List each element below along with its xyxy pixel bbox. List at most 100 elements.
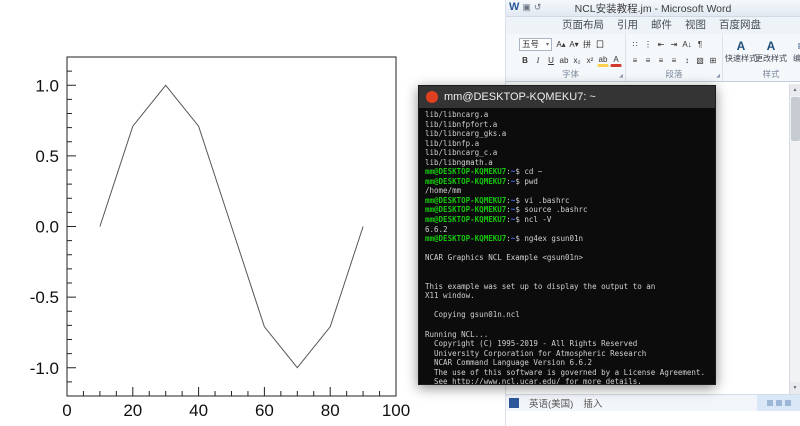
- terminal-line: mm@DESKTOP-KQMEKU7:~$ vi .bashrc: [425, 196, 709, 206]
- terminal-window: mm@DESKTOP-KQMEKU7: ~ lib/libncarg.alib/…: [418, 85, 716, 385]
- svg-text:60: 60: [255, 401, 274, 420]
- superscript-button[interactable]: x²: [584, 54, 596, 67]
- editing-button[interactable]: ≡编辑: [786, 36, 800, 68]
- terminal-line: /home/mm: [425, 186, 709, 196]
- svg-text:20: 20: [123, 401, 142, 420]
- undo-icon[interactable]: ↺: [534, 2, 542, 13]
- styles-group: A快速样式A更改样式≡编辑 样式 ◢: [723, 34, 800, 81]
- italic-button[interactable]: I: [532, 54, 544, 67]
- svg-text:1.0: 1.0: [35, 76, 59, 95]
- decrease-indent-button[interactable]: ⇤: [655, 38, 667, 51]
- font-size-combo[interactable]: 五号 ▾: [519, 38, 552, 51]
- svg-text:0.5: 0.5: [35, 147, 59, 166]
- ribbon-tab-3[interactable]: 视图: [679, 17, 712, 34]
- wsl-terminal-icon: [426, 91, 438, 103]
- ribbon-tab-bar: 页面布局引用邮件视图百度网盘: [506, 17, 800, 34]
- bullets-button[interactable]: ∷: [629, 38, 641, 51]
- increase-indent-button[interactable]: ⇥: [668, 38, 680, 51]
- terminal-line: Copyright (C) 1995-2019 - All Rights Res…: [425, 339, 709, 349]
- group-label-styles: 样式: [726, 68, 800, 81]
- change-styles-button[interactable]: A更改样式: [756, 36, 786, 68]
- svg-text:100: 100: [382, 401, 410, 420]
- terminal-line: mm@DESKTOP-KQMEKU7:~$ ng4ex gsun01n: [425, 234, 709, 244]
- character-border-button[interactable]: 囗: [594, 38, 606, 51]
- change-styles-label: 更改样式: [755, 53, 787, 64]
- status-language[interactable]: 英语(美国): [529, 396, 573, 410]
- terminal-line: lib/libncarg.a: [425, 110, 709, 120]
- terminal-line: mm@DESKTOP-KQMEKU7:~$ pwd: [425, 177, 709, 187]
- dropdown-caret-icon: ▾: [546, 41, 549, 48]
- underline-button[interactable]: U: [545, 54, 557, 67]
- subscript-button[interactable]: x₂: [571, 54, 583, 67]
- editing-label: 编辑: [793, 53, 800, 64]
- scroll-up-arrow-icon[interactable]: ▲: [790, 84, 800, 96]
- phonetic-guide-button[interactable]: 拼: [581, 38, 593, 51]
- terminal-line: mm@DESKTOP-KQMEKU7:~$ cd ~: [425, 167, 709, 177]
- svg-text:-0.5: -0.5: [30, 288, 59, 307]
- view-mode-icon[interactable]: [767, 400, 773, 406]
- save-icon[interactable]: ▣: [522, 2, 531, 13]
- view-mode-icon[interactable]: [776, 400, 782, 406]
- align-center-button[interactable]: ≡: [642, 54, 654, 67]
- scroll-thumb[interactable]: [791, 97, 800, 141]
- text-highlight-color-button[interactable]: ab: [597, 54, 609, 67]
- terminal-line: lib/libngmath.a: [425, 158, 709, 168]
- show-formatting-marks-button[interactable]: ¶: [694, 38, 706, 51]
- word-status-icon: [509, 398, 519, 408]
- ncl-plot-window: 0204060801001.00.50.0-0.5-1.0: [0, 0, 420, 426]
- svg-text:80: 80: [321, 401, 340, 420]
- ribbon-tab-1[interactable]: 引用: [611, 17, 644, 34]
- borders-button[interactable]: ⊞: [707, 54, 719, 67]
- terminal-line: lib/libnfpfort.a: [425, 120, 709, 130]
- ribbon-tab-4[interactable]: 百度网盘: [713, 17, 767, 34]
- group-label-font: 字体: [519, 68, 622, 81]
- terminal-line: [425, 244, 709, 254]
- align-right-button[interactable]: ≡: [655, 54, 667, 67]
- quick-styles-button[interactable]: A快速样式: [726, 36, 756, 68]
- ribbon-tab-2[interactable]: 邮件: [645, 17, 678, 34]
- change-styles-icon: A: [767, 40, 776, 53]
- shrink-font-button[interactable]: A▾: [568, 38, 580, 51]
- terminal-line: [425, 263, 709, 273]
- sort-button[interactable]: A↓: [681, 38, 693, 51]
- terminal-line: 6.6.2: [425, 225, 709, 235]
- numbering-button[interactable]: ⋮: [642, 38, 654, 51]
- terminal-line: lib/libnfp.a: [425, 139, 709, 149]
- group-label-paragraph: 段落: [629, 68, 719, 81]
- terminal-line: See http://www.ncl.ucar.edu/ for more de…: [425, 377, 709, 384]
- shading-button[interactable]: ▧: [694, 54, 706, 67]
- dialog-launcher-icon[interactable]: ◢: [619, 73, 623, 79]
- justify-button[interactable]: ≡: [668, 54, 680, 67]
- grow-font-button[interactable]: A▴: [555, 38, 567, 51]
- status-insert-mode[interactable]: 插入: [583, 396, 602, 410]
- align-left-button[interactable]: ≡: [629, 54, 641, 67]
- terminal-line: [425, 301, 709, 311]
- terminal-titlebar[interactable]: mm@DESKTOP-KQMEKU7: ~: [419, 86, 715, 108]
- terminal-output[interactable]: lib/libncarg.alib/libnfpfort.alib/libnca…: [419, 108, 715, 384]
- strikethrough-button[interactable]: ab: [558, 54, 570, 67]
- ribbon-tab-0[interactable]: 页面布局: [556, 17, 610, 34]
- terminal-line: Copying gsun01n.ncl: [425, 310, 709, 320]
- terminal-line: The use of this software is governed by …: [425, 368, 709, 378]
- terminal-line: Running NCL...: [425, 330, 709, 340]
- terminal-line: [425, 320, 709, 330]
- bold-button[interactable]: B: [519, 54, 531, 67]
- line-spacing-button[interactable]: ↕: [681, 54, 693, 67]
- view-mode-icon[interactable]: [785, 400, 791, 406]
- terminal-line: lib/libncarg_gks.a: [425, 129, 709, 139]
- vertical-scrollbar[interactable]: ▲ ▼: [789, 84, 800, 394]
- status-bar: 英语(美国) 插入: [506, 394, 800, 411]
- terminal-line: X11 window.: [425, 291, 709, 301]
- quick-styles-label: 快速样式: [725, 53, 757, 64]
- scroll-down-arrow-icon[interactable]: ▼: [790, 382, 800, 394]
- svg-text:-1.0: -1.0: [30, 359, 59, 378]
- quick-styles-icon: A: [737, 40, 746, 53]
- view-mode-buttons[interactable]: [757, 395, 800, 411]
- terminal-line: NCAR Command Language Version 6.6.2: [425, 358, 709, 368]
- terminal-line: [425, 272, 709, 282]
- font-group: 五号 ▾ A▴A▾拼囗 BIUabx₂x²abA 字体 ◢: [516, 34, 626, 81]
- word-titlebar[interactable]: W ▣ ↺ NCL安装教程.jm - Microsoft Word: [506, 0, 800, 17]
- dialog-launcher-icon[interactable]: ◢: [716, 73, 720, 79]
- svg-text:40: 40: [189, 401, 208, 420]
- font-color-button[interactable]: A: [610, 54, 622, 67]
